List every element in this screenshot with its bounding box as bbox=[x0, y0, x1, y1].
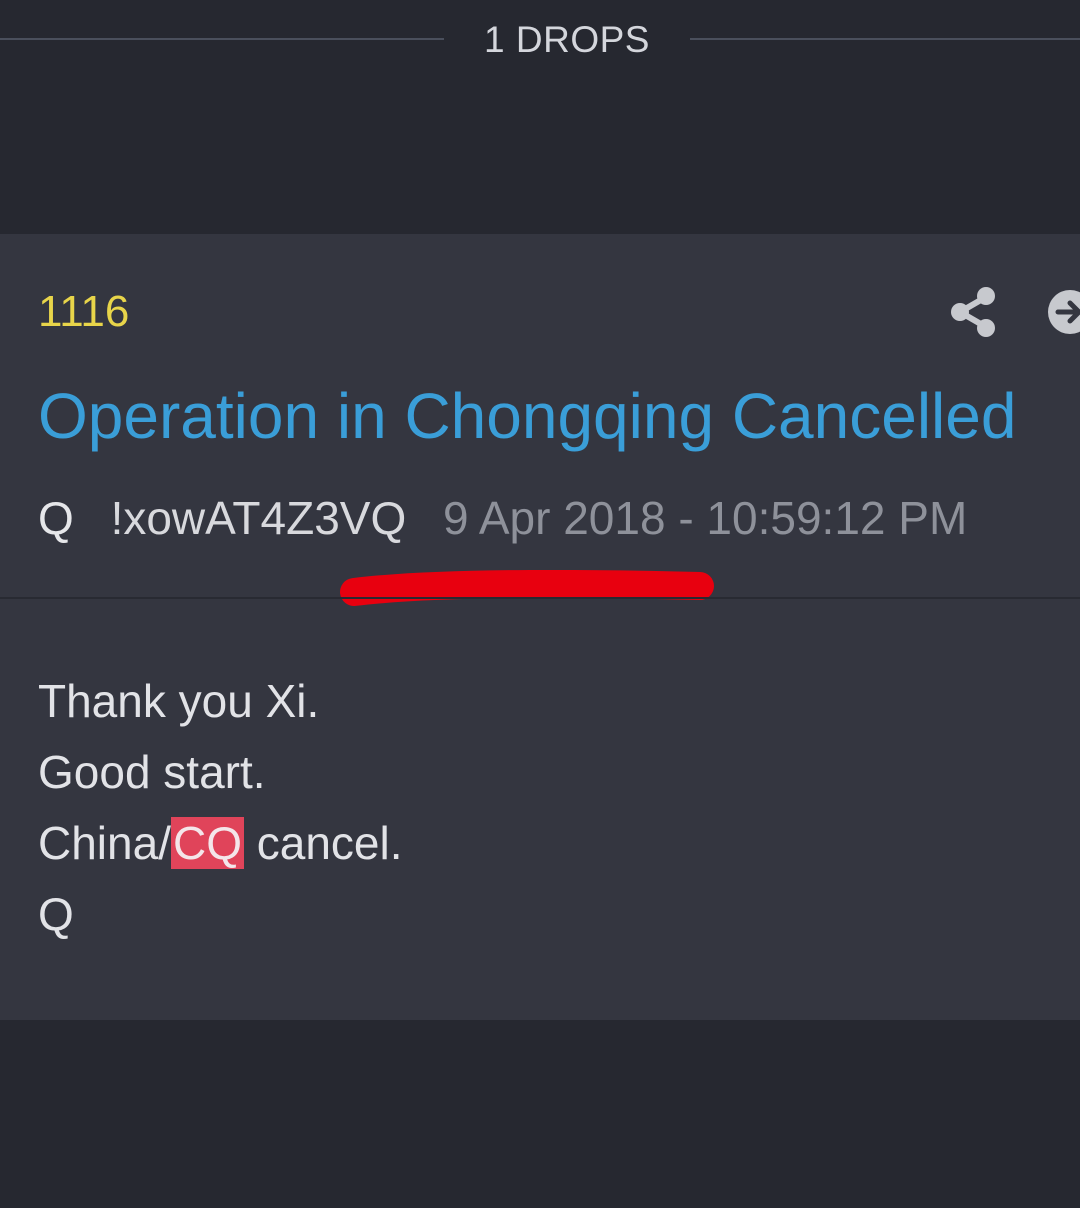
header-divider-left bbox=[0, 38, 444, 40]
share-icon[interactable] bbox=[948, 284, 998, 340]
body-text-fragment: cancel. bbox=[243, 817, 403, 869]
header-divider-right bbox=[690, 38, 1080, 40]
body-line: China/CQ cancel. bbox=[38, 808, 403, 879]
arrow-circle-right-icon[interactable] bbox=[1046, 288, 1080, 336]
drop-card-header: 1116 Operation in Chongqing Cancelled Q … bbox=[0, 234, 1080, 606]
drop-number[interactable]: 1116 bbox=[38, 286, 129, 338]
drops-count-label: 1 DROPS bbox=[484, 19, 650, 60]
body-line: Good start. bbox=[38, 746, 266, 798]
highlighted-term: CQ bbox=[170, 817, 244, 869]
drop-title[interactable]: Operation in Chongqing Cancelled bbox=[38, 378, 1068, 454]
drops-header: 1 DROPS bbox=[0, 0, 1080, 80]
drop-card: 1116 Operation in Chongqing Cancelled Q … bbox=[0, 234, 1080, 1020]
drop-meta: Q !xowAT4Z3VQ 9 Apr 2018 - 10:59:12 PM bbox=[38, 490, 967, 546]
red-underline-annotation bbox=[340, 570, 714, 606]
drop-timestamp: 9 Apr 2018 - 10:59:12 PM bbox=[443, 492, 968, 544]
body-text-fragment: China/ bbox=[38, 817, 171, 869]
author-name: Q bbox=[38, 492, 74, 544]
body-signature: Q bbox=[38, 888, 74, 940]
body-line: Thank you Xi. bbox=[38, 675, 320, 727]
card-divider bbox=[0, 597, 1080, 599]
drop-body: Thank you Xi. Good start. China/CQ cance… bbox=[38, 666, 403, 950]
author-tripcode: !xowAT4Z3VQ bbox=[110, 492, 407, 544]
